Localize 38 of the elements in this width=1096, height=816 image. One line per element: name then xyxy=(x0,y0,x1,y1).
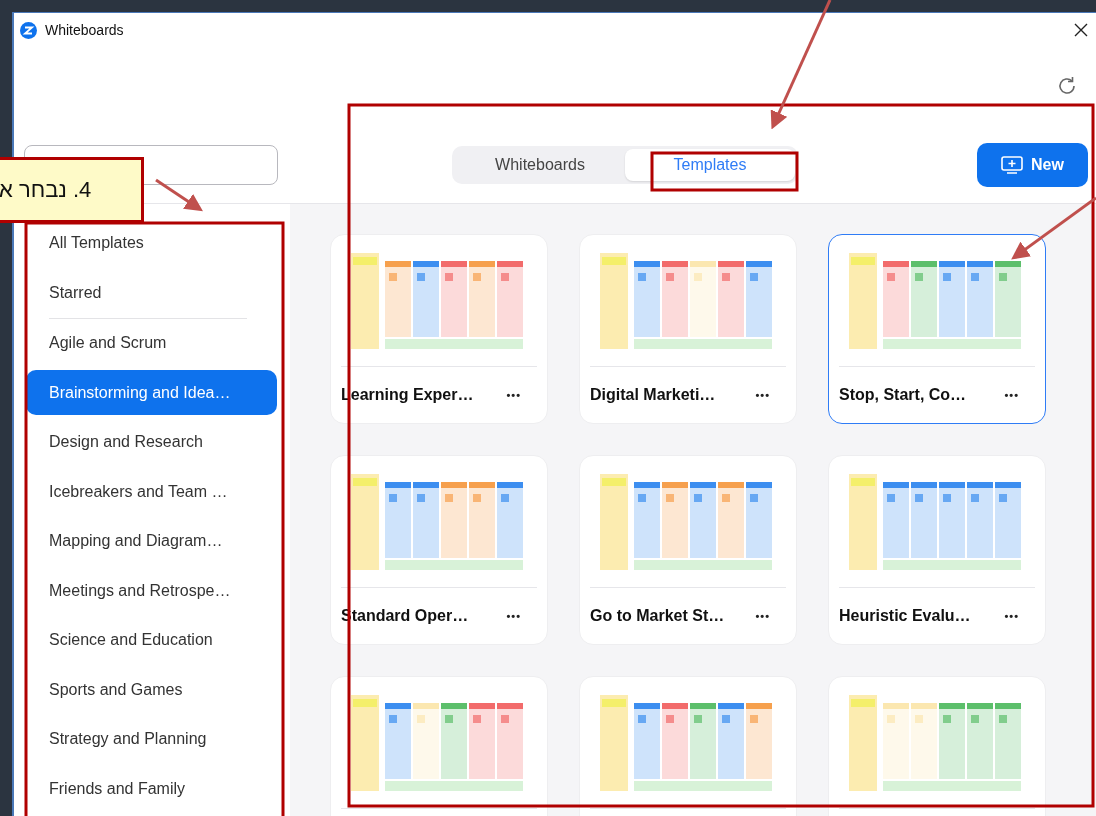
more-options-button[interactable]: ••• xyxy=(753,387,772,403)
template-card[interactable]: Digital Marketi… ••• xyxy=(579,234,797,424)
view-tab[interactable]: Whiteboards xyxy=(455,149,625,181)
category-item[interactable]: Brainstorming and Idea… xyxy=(26,370,277,415)
category-item[interactable]: Sports and Games xyxy=(26,667,277,712)
category-item[interactable]: Starred xyxy=(26,270,277,315)
template-card[interactable]: Go to Market St… ••• xyxy=(579,455,797,645)
template-card[interactable]: Stop, Start, Co… ••• xyxy=(828,234,1046,424)
close-icon[interactable] xyxy=(1074,23,1088,37)
annotation-tooltip: 4. נבחר א xyxy=(0,157,144,223)
category-item[interactable]: Meetings and Retrospe… xyxy=(26,568,277,613)
category-item[interactable]: Science and Education xyxy=(26,618,277,663)
more-options-button[interactable]: ••• xyxy=(753,608,772,624)
category-item[interactable]: Icebreakers and Team … xyxy=(26,469,277,514)
window-title: Whiteboards xyxy=(45,22,125,38)
new-button[interactable]: New xyxy=(977,143,1088,187)
category-item[interactable]: Strategy and Planning xyxy=(26,717,277,762)
more-options-button[interactable]: ••• xyxy=(504,387,523,403)
category-item[interactable]: Mapping and Diagram… xyxy=(26,519,277,564)
refresh-icon[interactable] xyxy=(1056,75,1078,97)
category-item[interactable]: All Templates xyxy=(26,221,277,266)
category-item[interactable]: Agile and Scrum xyxy=(26,321,277,366)
annotation-arrow xyxy=(155,178,203,212)
more-options-button[interactable]: ••• xyxy=(1002,608,1021,624)
more-options-button[interactable]: ••• xyxy=(1002,387,1021,403)
template-title: Stop, Start, Co… xyxy=(839,386,967,404)
template-title: Go to Market St… xyxy=(590,607,725,625)
template-title: Heuristic Evalu… xyxy=(839,607,971,625)
template-title: Digital Marketi… xyxy=(590,386,716,404)
category-item[interactable]: Design and Research xyxy=(26,420,277,465)
new-board-icon xyxy=(1001,156,1024,174)
more-options-button[interactable]: ••• xyxy=(504,608,523,624)
template-card[interactable] xyxy=(330,676,548,816)
template-card[interactable]: Heuristic Evalu… ••• xyxy=(828,455,1046,645)
view-tab[interactable]: Templates xyxy=(625,149,795,181)
category-item[interactable]: Friends and Family xyxy=(26,766,277,811)
app-logo-icon xyxy=(20,21,37,39)
template-card[interactable] xyxy=(579,676,797,816)
